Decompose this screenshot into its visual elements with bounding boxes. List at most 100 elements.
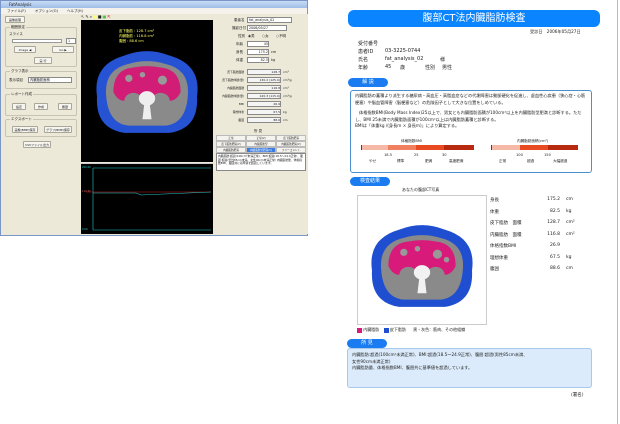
- value-unit: kg: [566, 208, 572, 214]
- save-image-button[interactable]: 画像(BMP)保存: [12, 126, 38, 133]
- result-value-row: 内臓脂肪 面積 116.8 cm²: [490, 232, 590, 241]
- height-input[interactable]: 175.2: [247, 49, 269, 55]
- legend-other: 黒・灰色：筋肉、その他組織: [413, 327, 466, 332]
- result-value-row: 身長 175.2 cm: [490, 197, 590, 206]
- graph-item-label: 表示項目: [9, 78, 23, 82]
- value-unit: cm²: [566, 231, 575, 237]
- value-label: 腹囲: [490, 267, 499, 272]
- fat-area-scale: 内臓脂肪面積(cm²) 100 150 正常 超過 大幅超過: [491, 139, 578, 169]
- bmi-scale: 体格指数BMI 18.5 25 30 やせ 標準 肥満 高度肥満: [361, 139, 474, 169]
- row-label: 皮下脂肪面積: [227, 70, 244, 74]
- reception-label: 受付番号: [358, 41, 379, 47]
- ct-scan-image: [371, 225, 473, 307]
- row-unit: cm³/g: [283, 78, 292, 82]
- row-label: BMI: [238, 102, 244, 106]
- scale-tick: 30: [442, 153, 447, 157]
- row-unit: kg: [283, 110, 287, 114]
- export-group: エクスポート 画像(BMP)保存 グラフ(BMP)保存: [5, 117, 77, 137]
- date-picker[interactable]: 2006/05/27: [247, 25, 287, 31]
- age-input[interactable]: 45: [247, 41, 269, 47]
- result-value-row: 体重 82.5 kg: [490, 209, 590, 218]
- value-number: 67.5: [549, 254, 560, 260]
- patient-name: fat_analysis_02: [385, 56, 424, 62]
- value-number: 88.6: [549, 266, 560, 271]
- report-title: 腹部CT法内臓脂肪検査: [348, 10, 600, 27]
- scale-bar: [361, 145, 474, 150]
- graph-item-select[interactable]: 内臓脂肪面積: [28, 77, 72, 83]
- csv-export-button[interactable]: CSVファイル出力: [23, 141, 51, 148]
- value-number: 26.9: [549, 243, 560, 248]
- row-label: 内臓脂肪面積: [227, 86, 244, 90]
- export-icon[interactable]: ⇱: [107, 14, 111, 19]
- menu-help[interactable]: ヘルプ(H): [67, 9, 83, 13]
- slice-slider[interactable]: [12, 39, 62, 43]
- findings-textarea[interactable]: 内臓脂肪:超過(100cm²未満正常)、BMI:超過(18.5〜24.9正常)、…: [216, 153, 306, 171]
- report-page: 腹部CT法内臓脂肪検査 受診日 2006年05月27日 受付番号 患者ID 03…: [330, 0, 618, 424]
- report-history-button[interactable]: 履歴: [58, 103, 72, 110]
- menu-file[interactable]: ファイル(F): [7, 9, 26, 13]
- graph-tick-min: 0.00: [82, 228, 88, 231]
- scale-label: やせ: [369, 159, 377, 163]
- name-input[interactable]: fat_analysis_02: [247, 17, 292, 23]
- scale-label: 超過: [527, 159, 535, 163]
- explanation-box: 内臓脂肪の蓄積より派生する糖尿病・高血圧・高脂血症などの代謝障害は動脈硬化を促進…: [350, 90, 592, 173]
- row-value: 116.8: [247, 85, 281, 91]
- slice-input[interactable]: 1: [66, 38, 76, 44]
- app-window: FatAnalysis ファイル(F) オプション(O) ヘルプ(H) 画像処理…: [0, 0, 308, 236]
- result-value-row: 理想体重 67.5 kg: [490, 255, 590, 264]
- patient-id: 03-3225-0744: [385, 48, 421, 54]
- scale-title: 体格指数BMI: [401, 139, 423, 143]
- group-label: エクスポート: [10, 117, 33, 122]
- findings-header: 所 見: [347, 339, 387, 348]
- sex-radio-female[interactable]: ○女: [262, 34, 269, 39]
- findings-box: 内臓脂肪:超過(100cm²未満正常)、BMI:超過(18.5〜24.9正常)、…: [347, 348, 592, 388]
- report-create-button[interactable]: 作成: [34, 103, 48, 110]
- row-unit: cm²: [283, 70, 289, 74]
- scale-title: 内臓脂肪面積(cm²): [517, 139, 549, 143]
- next-image-button[interactable]: Go ▶: [52, 46, 74, 53]
- title-bar: FatAnalysis: [1, 1, 307, 8]
- row-unit: cm²: [283, 86, 289, 90]
- sex-radio-male[interactable]: ◉男: [248, 34, 255, 39]
- ct-caption: あなたの腹部CT写真: [402, 187, 440, 192]
- scale-tick: 100: [516, 153, 523, 157]
- weight-input[interactable]: 82.5: [247, 57, 269, 63]
- save-graph-button[interactable]: グラフ(BMP)保存: [44, 126, 72, 133]
- result-value-row: 皮下脂肪 面積 128.7 cm²: [490, 220, 590, 229]
- height-label: 身長: [236, 50, 243, 54]
- value-unit: cm: [566, 266, 573, 271]
- graph-panel: 200.00 116.80 0.00: [81, 163, 213, 234]
- scale-tick: 150: [544, 153, 551, 157]
- sex-radio-unknown[interactable]: ○不明: [276, 34, 286, 39]
- range-group: 範囲設定 スライス 1 Image ◀ Go ▶ 実 行: [5, 25, 77, 67]
- ct-viewer[interactable]: 皮下脂肪 : 128.7 cm² 内臓脂肪 : 116.8 cm² 腹囲 : 8…: [81, 20, 213, 162]
- age-label: 年齢: [358, 65, 369, 71]
- explain-paragraph: BMIは「体重kg /(身長m × 身長m)」により算定する。: [355, 123, 460, 128]
- row-value: 67.5: [247, 109, 281, 115]
- legend-visceral: 内臓脂肪: [363, 327, 380, 332]
- finding-line: 内臓脂肪量、体格指数BMI、腹囲共に基準値を超過しています。: [352, 365, 473, 370]
- menu-options[interactable]: オプション(O): [35, 9, 58, 13]
- execute-button[interactable]: 実 行: [34, 57, 52, 64]
- prev-image-button[interactable]: Image ◀: [14, 46, 36, 53]
- row-label: 腹囲: [238, 118, 244, 122]
- age-unit: 歳: [400, 65, 406, 71]
- graph-tick-value: 116.80: [82, 190, 91, 193]
- row-unit: cm: [283, 118, 288, 122]
- name-label: 氏名: [358, 57, 369, 63]
- report-group: レポート作成 設定 作成 履歴: [5, 92, 77, 116]
- value-label: 皮下脂肪 面積: [490, 221, 522, 226]
- report-settings-button[interactable]: 設定: [12, 103, 26, 110]
- area-graph: [86, 167, 212, 231]
- unit: kg: [271, 58, 276, 62]
- value-label: 内臓脂肪 面積: [490, 232, 522, 238]
- scale-tick: 25: [414, 153, 419, 157]
- scale-label: 肥満: [425, 159, 433, 163]
- row-value: 120.3 (115.9): [247, 93, 281, 99]
- value-number: 128.7: [547, 220, 560, 225]
- row-value: 130.2 (125.9): [247, 77, 281, 83]
- scale-bar: [491, 145, 578, 150]
- tab-image-processing[interactable]: 画像処理: [5, 16, 25, 23]
- value-label: 身長: [490, 198, 499, 203]
- row-value: 128.7: [247, 69, 281, 75]
